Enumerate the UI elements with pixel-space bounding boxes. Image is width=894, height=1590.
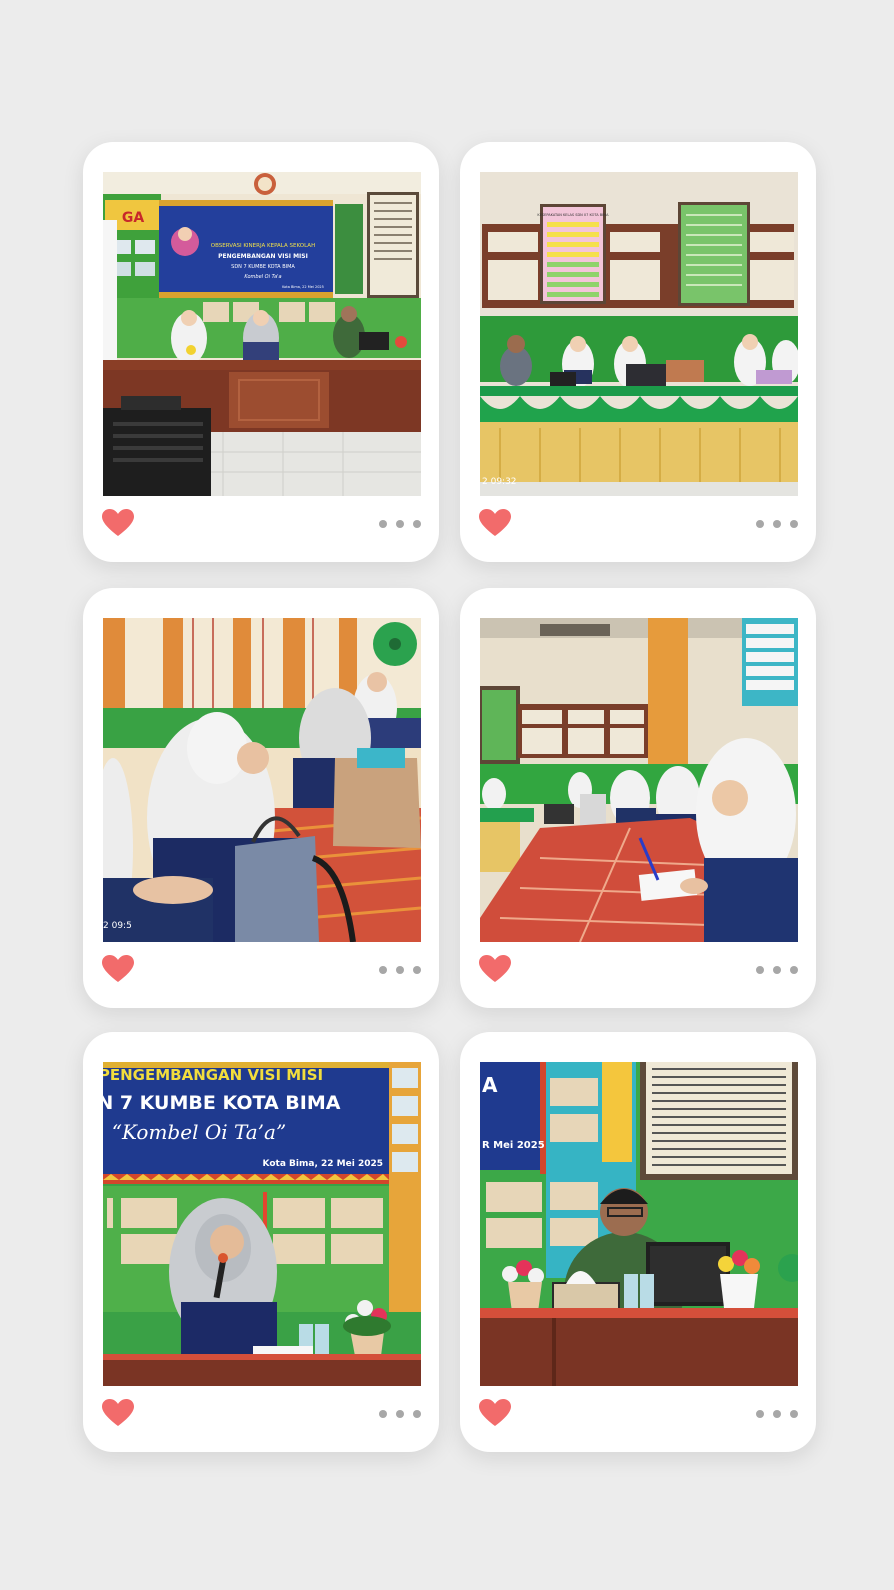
banner-1-date: Kota Bima, 22 Mei 2025 bbox=[282, 285, 324, 289]
photo-card-1[interactable]: GA OBSERVASI KINERJA KEPALA SEKOLAH PENG… bbox=[83, 142, 439, 562]
banner-1: OBSERVASI KINERJA KEPALA SEKOLAH PENGEMB… bbox=[159, 200, 333, 298]
more-dots-icon[interactable] bbox=[377, 964, 423, 976]
photo-5[interactable]: PENGEMBANGAN VISI MISI DN 7 KUMBE KOTA B… bbox=[103, 1062, 421, 1386]
heart-icon[interactable] bbox=[101, 508, 135, 538]
photo-2-timestamp: 2 09:32 bbox=[482, 477, 517, 487]
banner-5-line2: DN 7 KUMBE KOTA BIMA bbox=[103, 1092, 341, 1114]
banner-1-line3: SDN 7 KUMBE KOTA BIMA bbox=[231, 264, 295, 270]
banner-1-line2: PENGEMBANGAN VISI MISI bbox=[218, 253, 308, 260]
photo-card-2[interactable]: KESEPAKATAN KELAS SDN 07 KOTA BIMA 2 09:… bbox=[460, 142, 816, 562]
board-title: KESEPAKATAN KELAS SDN 07 KOTA BIMA bbox=[537, 213, 609, 217]
more-dots-icon[interactable] bbox=[377, 518, 423, 530]
photo-2[interactable]: KESEPAKATAN KELAS SDN 07 KOTA BIMA 2 09:… bbox=[480, 172, 798, 496]
photo-card-4[interactable] bbox=[460, 588, 816, 1008]
more-dots-icon[interactable] bbox=[377, 1408, 423, 1420]
photo-card-3[interactable]: 2 09:5 bbox=[83, 588, 439, 1008]
more-dots-icon[interactable] bbox=[754, 1408, 800, 1420]
photo-3-timestamp: 2 09:5 bbox=[103, 921, 132, 931]
photo-1[interactable]: GA OBSERVASI KINERJA KEPALA SEKOLAH PENG… bbox=[103, 172, 421, 496]
more-dots-icon[interactable] bbox=[754, 964, 800, 976]
banner-1-line4: Kombel Oi Ta'a bbox=[244, 274, 281, 280]
banner-6-line1: A bbox=[482, 1073, 498, 1097]
photo-card-5[interactable]: PENGEMBANGAN VISI MISI DN 7 KUMBE KOTA B… bbox=[83, 1032, 439, 1452]
banner-5-date: Kota Bima, 22 Mei 2025 bbox=[263, 1159, 383, 1169]
heart-icon[interactable] bbox=[478, 954, 512, 984]
heart-icon[interactable] bbox=[478, 508, 512, 538]
photo-4[interactable] bbox=[480, 618, 798, 942]
photo-card-6[interactable]: A R Mei 2025 bbox=[460, 1032, 816, 1452]
heart-icon[interactable] bbox=[101, 1398, 135, 1428]
heart-icon[interactable] bbox=[101, 954, 135, 984]
board-left: KESEPAKATAN KELAS SDN 07 KOTA BIMA bbox=[537, 204, 609, 304]
photo-6[interactable]: A R Mei 2025 bbox=[480, 1062, 798, 1386]
banner-5-line1: PENGEMBANGAN VISI MISI bbox=[103, 1066, 323, 1084]
corner-text: GA bbox=[122, 210, 144, 226]
banner-5: PENGEMBANGAN VISI MISI DN 7 KUMBE KOTA B… bbox=[103, 1062, 389, 1184]
more-dots-icon[interactable] bbox=[754, 518, 800, 530]
heart-icon[interactable] bbox=[478, 1398, 512, 1428]
banner-6: A R Mei 2025 bbox=[480, 1062, 546, 1174]
banner-5-line3: “Kombel Oi Ta’a” bbox=[112, 1120, 286, 1144]
photo-3[interactable]: 2 09:5 bbox=[103, 618, 421, 942]
banner-6-date: R Mei 2025 bbox=[482, 1140, 545, 1151]
banner-1-line1: OBSERVASI KINERJA KEPALA SEKOLAH bbox=[211, 243, 315, 249]
